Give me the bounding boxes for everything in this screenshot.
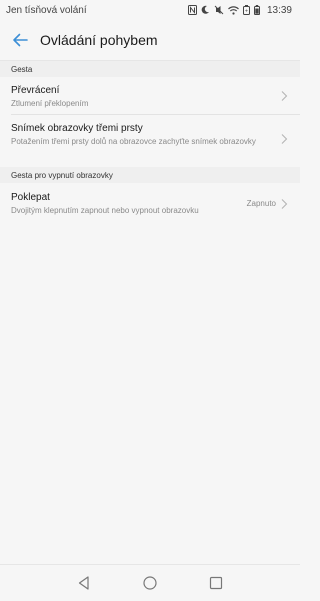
battery-icon xyxy=(253,5,260,15)
list-item-double-tap[interactable]: Poklepat Dvojitým klepnutím zapnout nebo… xyxy=(0,183,300,223)
status-icons: + 13:39 xyxy=(187,4,292,16)
back-triangle-icon[interactable] xyxy=(76,575,92,591)
arrow-left-icon xyxy=(13,33,28,47)
chevron-right-icon xyxy=(281,199,288,209)
mute-icon xyxy=(214,5,224,15)
status-value: Zapnuto xyxy=(246,199,276,208)
section-header-screen-off-gestures: Gesta pro vypnutí obrazovky xyxy=(0,167,300,183)
chevron-right-icon xyxy=(281,134,288,144)
list-item-title: Převrácení xyxy=(11,85,60,96)
wifi-icon xyxy=(228,5,239,15)
clock: 13:39 xyxy=(266,4,292,16)
list-item-three-finger-screenshot[interactable]: Snímek obrazovky třemi prsty Potažením t… xyxy=(0,115,300,162)
chevron-right-icon xyxy=(281,91,288,101)
system-nav-bar xyxy=(0,564,300,601)
back-button[interactable] xyxy=(0,20,40,60)
list-item-title: Poklepat xyxy=(11,192,50,203)
home-circle-icon[interactable] xyxy=(142,575,158,591)
page-title: Ovládání pohybem xyxy=(40,32,158,48)
carrier-text: Jen tísňová volání xyxy=(6,4,87,16)
list-item-subtitle: Dvojitým klepnutím zapnout nebo vypnout … xyxy=(11,206,199,215)
nfc-icon xyxy=(187,5,197,15)
dnd-icon xyxy=(201,5,210,15)
battery-saver-icon: + xyxy=(242,5,250,15)
svg-text:+: + xyxy=(245,9,248,15)
list-item-title: Snímek obrazovky třemi prsty xyxy=(11,123,143,134)
list-item-flip[interactable]: Převrácení Ztlumení překlopením xyxy=(0,77,300,115)
section-header-gestures: Gesta xyxy=(0,61,300,77)
recents-square-icon[interactable] xyxy=(208,575,224,591)
list-item-subtitle: Ztlumení překlopením xyxy=(11,99,89,108)
status-bar: Jen tísňová volání + 13:39 xyxy=(0,0,300,20)
app-bar: Ovládání pohybem xyxy=(0,20,300,60)
list-item-subtitle: Potažením třemi prsty dolů na obrazovce … xyxy=(11,137,256,146)
